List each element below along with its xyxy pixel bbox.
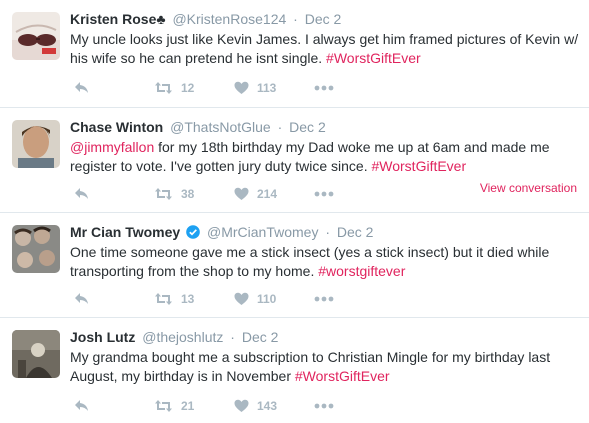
reply-button[interactable] <box>74 396 90 416</box>
more-button[interactable] <box>314 184 334 204</box>
hashtag-link[interactable]: #worstgiftever <box>318 263 405 279</box>
reply-icon <box>75 188 88 199</box>
more-button[interactable] <box>314 289 334 309</box>
reply-button[interactable] <box>74 289 90 309</box>
mention-link[interactable]: @jimmyfallon <box>70 139 154 155</box>
reply-icon <box>75 400 88 411</box>
tweet-content: Kristen Rose♣ @KristenRose124 · Dec 2 My… <box>70 10 581 68</box>
like-button[interactable]: 143 <box>234 396 277 416</box>
heart-icon <box>234 292 249 305</box>
retweet-count: 13 <box>181 292 195 306</box>
tweet[interactable]: Chase Winton @ThatsNotGlue · Dec 2 @jimm… <box>0 108 589 213</box>
reply-button[interactable] <box>74 78 90 98</box>
retweet-button[interactable]: 21 <box>154 396 194 416</box>
tweet-actions: 21 143 <box>70 396 400 416</box>
separator: · <box>293 11 298 27</box>
author-name[interactable]: Kristen Rose♣ <box>70 11 166 27</box>
tweet-content: Josh Lutz @thejoshlutz · Dec 2 My grandm… <box>70 328 581 386</box>
separator: · <box>230 329 235 345</box>
avatar[interactable] <box>12 120 60 168</box>
retweet-count: 12 <box>181 81 195 95</box>
tweet-text: One time someone gave me a stick insect … <box>70 243 581 281</box>
hashtag-link[interactable]: #WorstGiftEver <box>326 50 421 66</box>
avatar[interactable] <box>12 225 60 273</box>
like-button[interactable]: 214 <box>234 184 277 204</box>
tweet-date[interactable]: Dec 2 <box>242 329 279 345</box>
retweet-icon <box>155 188 172 200</box>
tweet-content: Chase Winton @ThatsNotGlue · Dec 2 @jimm… <box>70 118 581 176</box>
retweet-icon <box>155 400 172 412</box>
avatar[interactable] <box>12 12 60 60</box>
tweet-text: @jimmyfallon for my 18th birthday my Dad… <box>70 138 581 176</box>
verified-badge-icon <box>186 225 200 239</box>
more-icon <box>314 85 334 91</box>
tweet-date[interactable]: Dec 2 <box>337 224 374 240</box>
retweet-button[interactable]: 38 <box>154 184 194 204</box>
tweet[interactable]: Mr Cian Twomey @MrCianTwomey · Dec 2 One… <box>0 213 589 318</box>
hashtag-link[interactable]: #WorstGiftEver <box>295 368 390 384</box>
retweet-button[interactable]: 12 <box>154 78 194 98</box>
more-icon <box>314 403 334 409</box>
retweet-icon <box>155 293 172 305</box>
tweet-content: Mr Cian Twomey @MrCianTwomey · Dec 2 One… <box>70 223 581 281</box>
tweet-actions: 13 110 <box>70 289 400 309</box>
tweet-date[interactable]: Dec 2 <box>305 11 342 27</box>
tweet-date[interactable]: Dec 2 <box>289 119 326 135</box>
tweet-header: Josh Lutz @thejoshlutz · Dec 2 <box>70 328 581 346</box>
tweet-text: My uncle looks just like Kevin James. I … <box>70 30 581 68</box>
hashtag-link[interactable]: #WorstGiftEver <box>371 158 466 174</box>
reply-icon <box>75 82 88 93</box>
separator: · <box>325 224 330 240</box>
tweet-text: My grandma bought me a subscription to C… <box>70 348 581 386</box>
more-button[interactable] <box>314 396 334 416</box>
timeline: Kristen Rose♣ @KristenRose124 · Dec 2 My… <box>0 0 589 423</box>
avatar[interactable] <box>12 330 60 378</box>
author-handle[interactable]: @thejoshlutz <box>142 329 223 345</box>
more-icon <box>314 296 334 302</box>
tweet-text-body: One time someone gave me a stick insect … <box>70 244 550 279</box>
retweet-count: 21 <box>181 399 195 413</box>
tweet-header: Chase Winton @ThatsNotGlue · Dec 2 <box>70 118 581 136</box>
tweet[interactable]: Kristen Rose♣ @KristenRose124 · Dec 2 My… <box>0 0 589 108</box>
like-count: 214 <box>257 187 278 201</box>
author-name[interactable]: Josh Lutz <box>70 329 135 345</box>
retweet-count: 38 <box>181 187 195 201</box>
heart-icon <box>234 81 249 94</box>
more-icon <box>314 191 334 197</box>
tweet-actions: 12 113 <box>70 78 400 98</box>
author-handle[interactable]: @MrCianTwomey <box>207 224 318 240</box>
author-name[interactable]: Chase Winton <box>70 119 163 135</box>
heart-icon <box>234 399 249 412</box>
tweet-header: Kristen Rose♣ @KristenRose124 · Dec 2 <box>70 10 581 28</box>
more-button[interactable] <box>314 78 334 98</box>
retweet-button[interactable]: 13 <box>154 289 194 309</box>
view-conversation-link[interactable]: View conversation <box>480 181 577 195</box>
author-handle[interactable]: @KristenRose124 <box>172 11 286 27</box>
like-count: 143 <box>257 399 278 413</box>
retweet-icon <box>155 82 172 94</box>
tweet-text-body: My uncle looks just like Kevin James. I … <box>70 31 579 66</box>
tweet[interactable]: Josh Lutz @thejoshlutz · Dec 2 My grandm… <box>0 318 589 423</box>
author-name[interactable]: Mr Cian Twomey <box>70 224 180 240</box>
like-count: 113 <box>257 81 277 95</box>
separator: · <box>277 119 283 135</box>
like-button[interactable]: 110 <box>234 289 276 309</box>
heart-icon <box>234 187 249 200</box>
like-button[interactable]: 113 <box>234 78 276 98</box>
reply-icon <box>75 293 88 304</box>
author-handle[interactable]: @ThatsNotGlue <box>170 119 271 135</box>
tweet-actions: 38 214 <box>70 184 400 204</box>
reply-button[interactable] <box>74 184 90 204</box>
like-count: 110 <box>257 292 277 306</box>
tweet-header: Mr Cian Twomey @MrCianTwomey · Dec 2 <box>70 223 581 241</box>
